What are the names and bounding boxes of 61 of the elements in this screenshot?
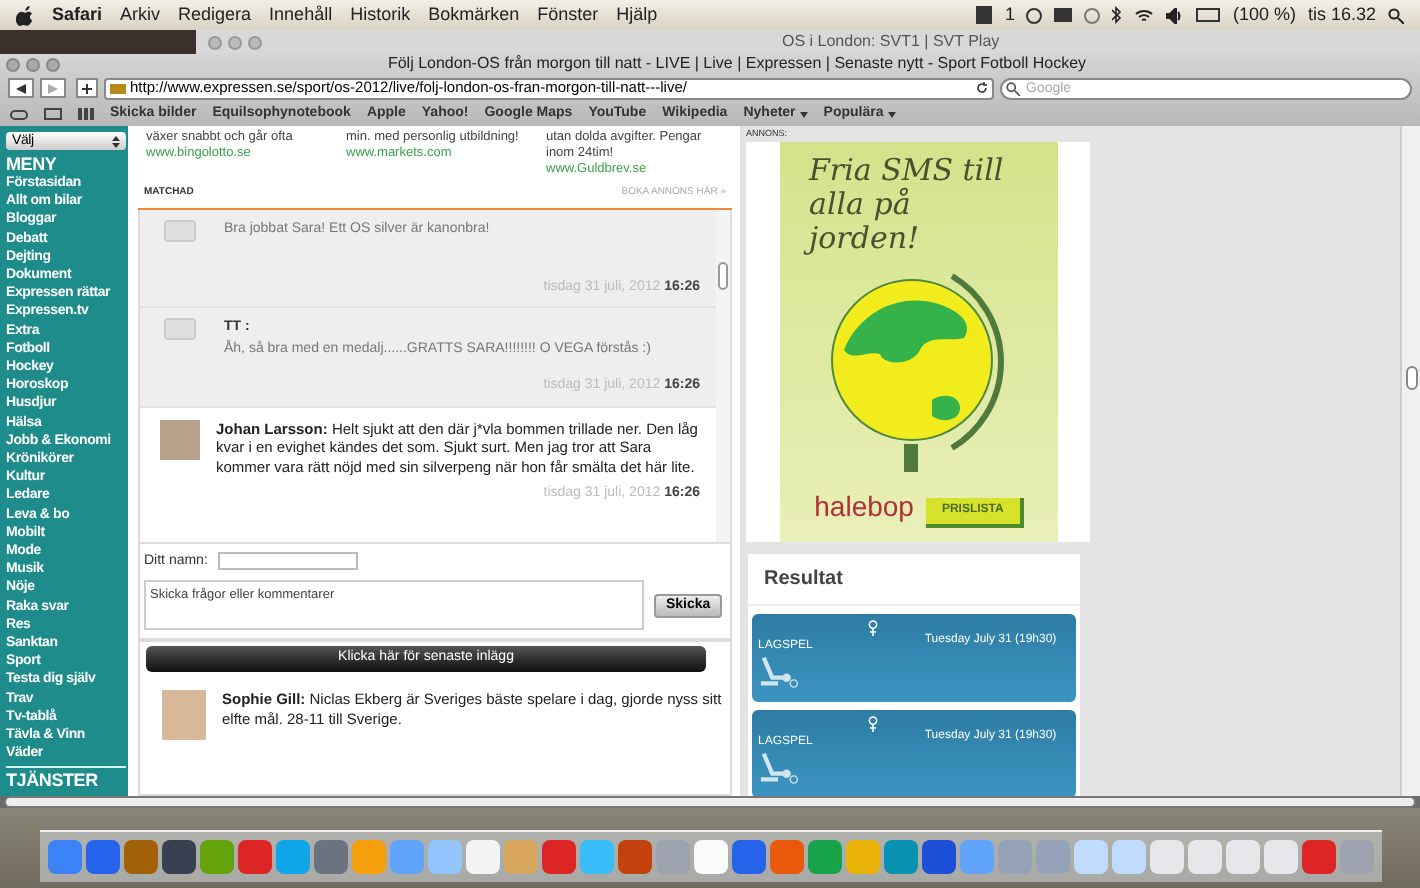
dock-app-icon[interactable] (541, 840, 575, 874)
name-field[interactable] (217, 552, 358, 571)
notification-count: 1 (1004, 1, 1015, 28)
dock-app-icon[interactable] (617, 840, 651, 874)
female-icon (868, 715, 879, 732)
menu-item[interactable]: Safari (52, 1, 103, 29)
battery-icon[interactable] (1196, 8, 1221, 22)
speech-bubble-icon (164, 318, 196, 340)
avatar-placeholder (160, 419, 200, 459)
bluetooth-icon[interactable] (1112, 6, 1123, 24)
reload-icon[interactable] (976, 82, 988, 94)
window-title: OS i London: SVT1 | SVT Play (782, 30, 1000, 54)
dock-app-icon[interactable] (921, 840, 955, 874)
menu-heading: TJÄNSTER (6, 769, 98, 789)
scrollbar[interactable] (716, 209, 730, 541)
forward-arrow-icon (48, 83, 58, 93)
back-arrow-icon (16, 83, 26, 93)
menu-item[interactable]: Historik (350, 1, 411, 29)
dock-app-icon[interactable] (465, 840, 499, 874)
handball-player-icon (758, 751, 798, 784)
brand-name: halebop (814, 487, 914, 526)
dock-app-icon[interactable] (1301, 840, 1335, 874)
horizontal-scrollbar[interactable] (4, 796, 1416, 808)
scroll-thumb[interactable] (1405, 366, 1417, 390)
apple-icon[interactable] (16, 5, 34, 25)
handball-player-icon (758, 655, 798, 688)
dock-app-icon[interactable] (693, 840, 727, 874)
menu-item[interactable]: Innehåll (269, 1, 333, 29)
dock-app-icon[interactable] (731, 840, 765, 874)
grid-icon[interactable] (78, 108, 94, 120)
menu-clock[interactable]: tis 16.32 (1307, 1, 1376, 29)
window-title: Följ London-OS från morgon till natt - LIVE | Live | Expressen | Senaste nytt - Sport Fotboll Hockey (387, 52, 1087, 76)
avatar-placeholder (162, 690, 206, 740)
caret-icon (887, 111, 896, 117)
plus-icon (82, 83, 92, 93)
speaker-icon[interactable] (1166, 7, 1185, 23)
stepper-arrows-icon (112, 135, 120, 147)
menu-item[interactable]: Arkiv (120, 1, 161, 29)
battery-percentage: (100 %) (1232, 1, 1296, 28)
dock-app-icon[interactable] (161, 840, 195, 874)
speech-bubble-icon (164, 219, 196, 241)
add-bookmark-button[interactable] (76, 78, 98, 98)
menu-item[interactable]: Fönster (537, 1, 599, 29)
wifi-icon[interactable] (1134, 7, 1155, 23)
search-icon[interactable] (1388, 7, 1404, 23)
menu-item[interactable]: Redigera (178, 1, 252, 29)
dock-app-icon[interactable] (237, 840, 271, 874)
caret-icon (799, 111, 808, 117)
site-favicon (110, 83, 126, 93)
menu-item[interactable]: Hjälp (616, 1, 658, 29)
scroll-thumb[interactable] (718, 261, 728, 289)
dock-app-icon[interactable] (123, 840, 157, 874)
search-icon (1006, 81, 1020, 95)
female-icon (868, 619, 879, 636)
page-scrollbar[interactable] (1400, 126, 1420, 796)
results-title: Resultat (748, 553, 1080, 606)
back-button[interactable] (8, 78, 34, 98)
menu-item[interactable]: Bokmärken (428, 1, 520, 29)
dock-app-icon[interactable] (85, 840, 119, 874)
dock-app-icon[interactable] (313, 840, 347, 874)
menu-heading: MENY (6, 154, 59, 174)
